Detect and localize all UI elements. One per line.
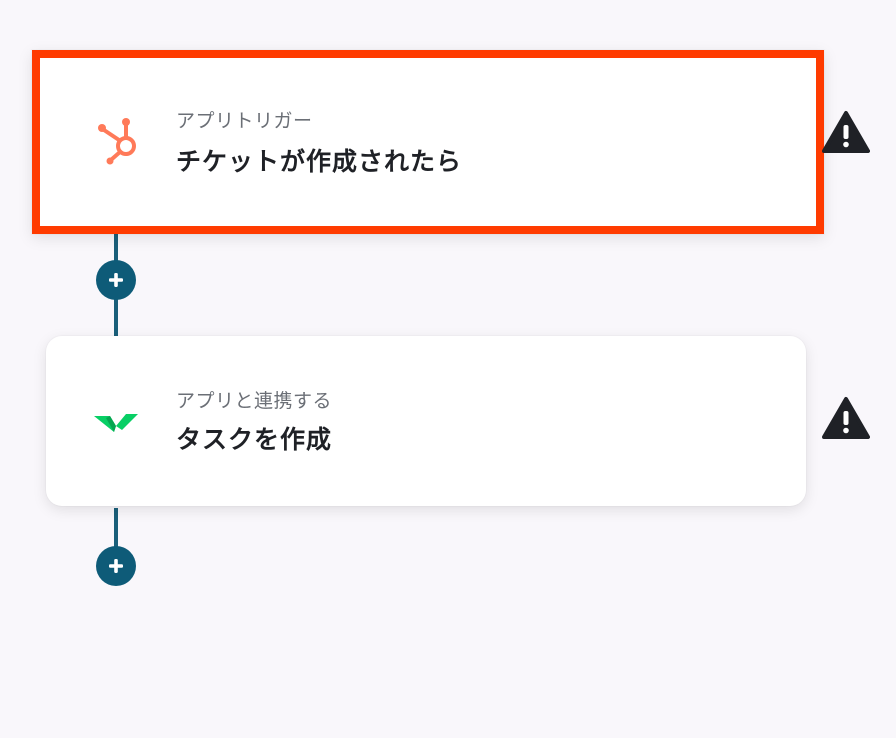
plus-icon: [109, 559, 123, 573]
plus-icon: [109, 273, 123, 287]
add-step-button[interactable]: [96, 260, 136, 300]
warning-icon[interactable]: [822, 396, 870, 440]
warning-icon[interactable]: [822, 110, 870, 154]
hubspot-icon: [98, 118, 136, 165]
add-step-button[interactable]: [96, 546, 136, 586]
step-type-label: アプリと連携する: [176, 390, 333, 412]
wrike-icon: [94, 414, 138, 432]
step-title: チケットが作成されたら: [176, 147, 463, 176]
flow-canvas: アプリトリガー チケットが作成されたら アプリと連携する タスクを作成: [0, 0, 896, 738]
step-title: タスクを作成: [176, 425, 333, 454]
trigger-step-card[interactable]: アプリトリガー チケットが作成されたら: [32, 50, 824, 234]
step-type-label: アプリトリガー: [176, 110, 313, 132]
action-step-card[interactable]: アプリと連携する タスクを作成: [46, 336, 806, 506]
